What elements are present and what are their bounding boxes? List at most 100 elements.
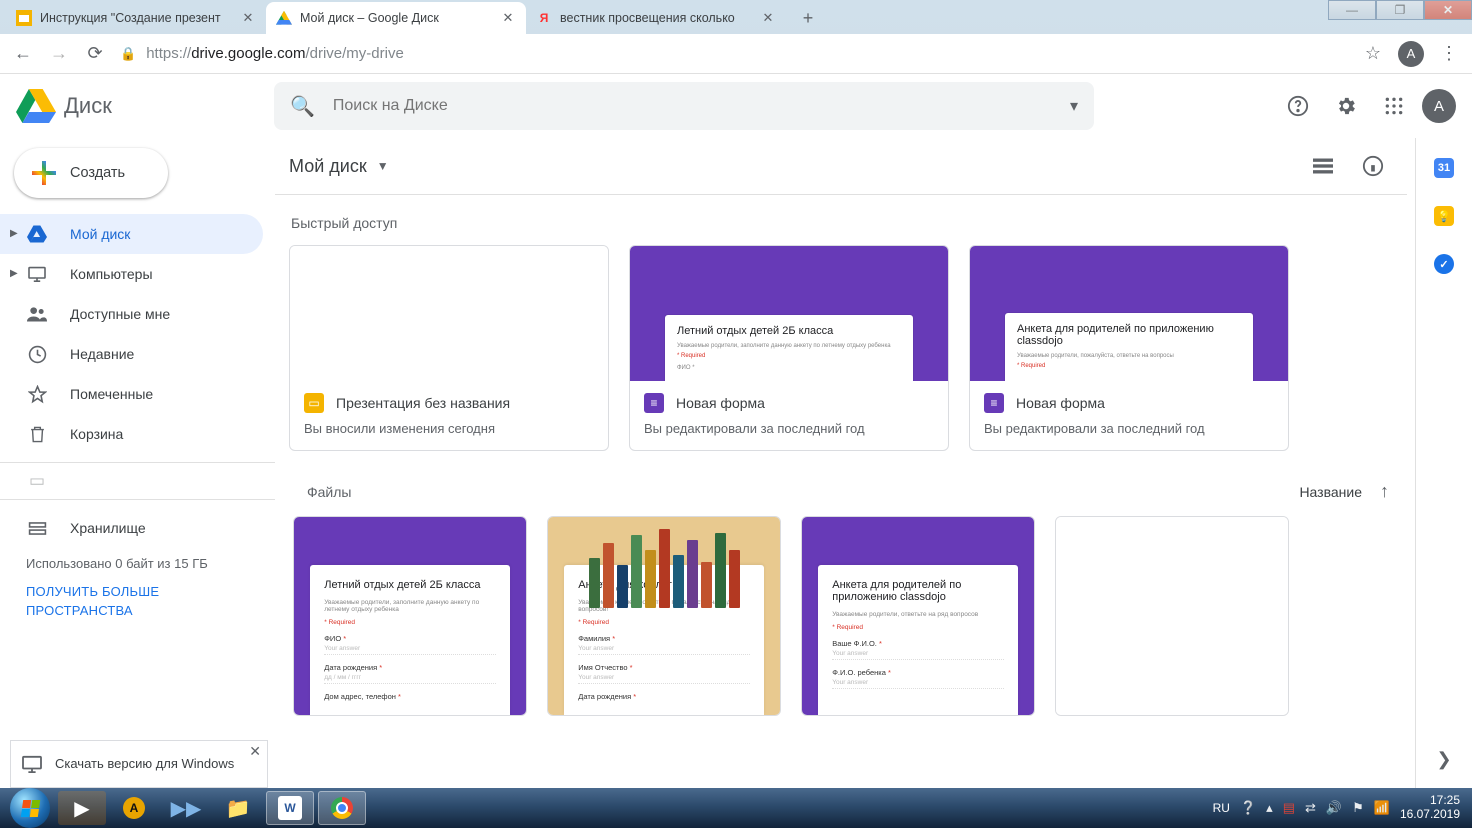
taskbar-clock[interactable]: 17:25 16.07.2019 (1400, 794, 1460, 822)
yandex-icon: Я (536, 10, 552, 26)
address-bar[interactable]: 🔒 https://drive.google.com/drive/my-driv… (120, 45, 1348, 62)
flag-tray-icon[interactable]: ⚑ (1352, 800, 1364, 816)
new-tab-button[interactable]: + (794, 4, 822, 32)
sidebar-item-backups[interactable]: ▭ (0, 471, 263, 491)
browser-tab[interactable]: Мой диск – Google Диск ✕ (266, 2, 526, 34)
download-prompt[interactable]: Скачать версию для Windows ✕ (10, 740, 268, 788)
list-view-button[interactable] (1303, 146, 1343, 186)
sidebar-item-trash[interactable]: Корзина (0, 414, 263, 454)
close-icon[interactable]: ✕ (760, 10, 776, 26)
apps-button[interactable] (1374, 86, 1414, 126)
account-avatar[interactable]: A (1422, 89, 1456, 123)
close-icon[interactable]: ✕ (500, 10, 516, 26)
tray-overflow-icon[interactable]: ▴ (1266, 800, 1273, 816)
quick-access-card[interactable]: Анкета для родителей по приложению class… (969, 245, 1289, 451)
sidebar-item-shared[interactable]: Доступные мне (0, 294, 263, 334)
search-input[interactable] (333, 97, 1052, 115)
language-indicator[interactable]: RU (1213, 801, 1230, 815)
quick-access-card[interactable]: ▭ Презентация без названия Вы вносили из… (289, 245, 609, 451)
taskbar: ▶ A ▶▶ 📁 W RU ❔ ▴ ▤ ⇄ 🔊 ⚑ 📶 17:25 16.07.… (0, 788, 1472, 828)
computer-icon (26, 266, 48, 282)
url-host: drive.google.com (191, 45, 305, 62)
main-content: Мой диск ▼ Быстрый доступ (275, 138, 1415, 788)
card-preview: Летний отдых детей 2Б классаУважаемые ро… (630, 246, 948, 381)
chevron-right-icon[interactable]: ▶ (10, 228, 18, 239)
close-icon[interactable]: ✕ (249, 743, 261, 760)
sort-direction-icon[interactable]: ↑ (1380, 481, 1389, 502)
sidebar-item-storage[interactable]: Хранилище (0, 508, 263, 548)
search-options-icon[interactable]: ▾ (1070, 96, 1078, 116)
sort-label[interactable]: Название (1299, 484, 1362, 500)
file-tile[interactable] (1055, 516, 1289, 716)
storage-upgrade-link[interactable]: ПОЛУЧИТЬ БОЛЬШЕ ПРОСТРАНСТВА (26, 582, 259, 621)
url-path: /drive/my-drive (305, 45, 403, 62)
reload-button[interactable]: ⟳ (84, 43, 106, 65)
card-preview: Анкета для родителей по приложению class… (970, 246, 1288, 381)
file-tile[interactable]: Анкета для родителей по приложению class… (801, 516, 1035, 716)
network-tray-icon[interactable]: 📶 (1374, 800, 1390, 816)
keep-addon-button[interactable]: 💡 (1434, 206, 1454, 226)
sidebar-item-computers[interactable]: Компьютеры (0, 254, 263, 294)
support-button[interactable] (1278, 86, 1318, 126)
clock-icon (26, 345, 48, 364)
clock-time: 17:25 (1400, 794, 1460, 808)
card-subtitle: Вы вносили изменения сегодня (304, 421, 594, 436)
download-prompt-text: Скачать версию для Windows (55, 756, 234, 772)
search-box[interactable]: 🔍 ▾ (274, 82, 1094, 130)
details-button[interactable] (1353, 146, 1393, 186)
file-tile[interactable]: Анкета для коллег Уважаемые коллеги, отв… (547, 516, 781, 716)
help-tray-icon[interactable]: ❔ (1240, 800, 1256, 816)
taskbar-app[interactable]: ▶▶ (162, 791, 210, 825)
clock-date: 16.07.2019 (1400, 808, 1460, 822)
sidebar-item-label: Компьютеры (70, 266, 153, 282)
sidebar-item-label: Корзина (70, 426, 123, 442)
chevron-down-icon[interactable]: ▼ (377, 159, 389, 173)
files-heading: Файлы (307, 484, 351, 500)
sidebar-item-label: Недавние (70, 346, 134, 362)
quick-access-heading: Быстрый доступ (291, 215, 1393, 231)
quick-access-card[interactable]: Летний отдых детей 2Б классаУважаемые ро… (629, 245, 949, 451)
bookmark-star-icon[interactable]: ☆ (1362, 43, 1384, 65)
close-icon[interactable]: ✕ (240, 10, 256, 26)
file-tile[interactable]: Летний отдых детей 2Б класса Уважаемые р… (293, 516, 527, 716)
back-button[interactable]: ← (12, 43, 34, 65)
tasks-addon-button[interactable]: ✓ (1434, 254, 1454, 274)
sidebar-item-recent[interactable]: Недавние (0, 334, 263, 374)
trash-icon (26, 425, 48, 444)
url-scheme: https:// (146, 45, 191, 62)
breadcrumb-current[interactable]: Мой диск (289, 156, 367, 177)
forward-button[interactable]: → (48, 43, 70, 65)
sidebar-item-starred[interactable]: Помеченные (0, 374, 263, 414)
plus-icon (32, 161, 56, 185)
product-name: Диск (64, 93, 112, 119)
start-button[interactable] (6, 791, 54, 825)
taskbar-word[interactable]: W (266, 791, 314, 825)
create-button[interactable]: Создать (14, 148, 168, 198)
taskbar-explorer[interactable]: 📁 (214, 791, 262, 825)
drive-logo[interactable]: Диск (16, 86, 266, 126)
slides-icon: ▭ (304, 393, 324, 413)
browser-tab[interactable]: Инструкция "Создание презент ✕ (6, 2, 266, 34)
browser-tab[interactable]: Я вестник просвещения сколько ✕ (526, 2, 786, 34)
card-title: Новая форма (1016, 395, 1105, 411)
side-panel-toggle[interactable]: ❯ (1436, 749, 1451, 770)
taskbar-chrome[interactable] (318, 791, 366, 825)
card-preview (290, 246, 608, 381)
volume-tray-icon[interactable]: 🔊 (1326, 800, 1342, 816)
tab-title: Мой диск – Google Диск (300, 11, 492, 25)
sidebar-item-mydrive[interactable]: Мой диск (0, 214, 263, 254)
computer-icon (21, 755, 43, 773)
card-subtitle: Вы редактировали за последний год (984, 421, 1274, 436)
profile-avatar[interactable]: A (1398, 41, 1424, 67)
system-tray: RU ❔ ▴ ▤ ⇄ 🔊 ⚑ 📶 17:25 16.07.2019 (1213, 794, 1466, 822)
browser-menu-button[interactable]: ⋮ (1438, 43, 1460, 65)
sync-tray-icon[interactable]: ⇄ (1305, 800, 1316, 816)
backup-icon: ▭ (26, 471, 48, 491)
storage-icon (26, 521, 48, 536)
taskbar-app[interactable]: A (110, 791, 158, 825)
taskbar-app[interactable]: ▶ (58, 791, 106, 825)
settings-button[interactable] (1326, 86, 1366, 126)
adobe-tray-icon[interactable]: ▤ (1283, 800, 1295, 816)
calendar-addon-button[interactable]: 31 (1434, 158, 1454, 178)
chevron-right-icon[interactable]: ▶ (10, 268, 18, 279)
